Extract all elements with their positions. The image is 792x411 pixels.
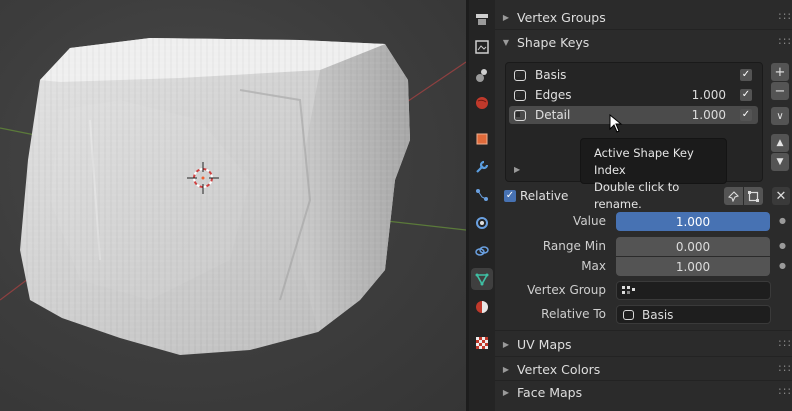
drag-handle-icon[interactable]: ::::	[778, 9, 792, 22]
keyframe-dot-icon[interactable]: ●	[779, 241, 786, 250]
mute-checkbox[interactable]: ✓	[740, 69, 752, 81]
remove-shape-key-button[interactable]: −	[771, 82, 789, 100]
list-item[interactable]: Basis ✓	[509, 66, 758, 84]
expanded-triangle-icon: ▼	[502, 37, 510, 47]
output-icon[interactable]	[471, 64, 493, 86]
vertex-group-icon	[622, 285, 635, 294]
world-icon[interactable]	[471, 92, 493, 114]
3d-viewport[interactable]	[0, 0, 466, 411]
particles-icon[interactable]	[471, 184, 493, 206]
range-min-field[interactable]: 0.000	[616, 237, 770, 256]
constraints-icon[interactable]	[471, 240, 493, 262]
tool-icon[interactable]	[471, 8, 493, 30]
add-shape-key-button[interactable]: +	[771, 63, 789, 81]
relative-to-field[interactable]: Basis	[616, 305, 771, 324]
keyframe-dot-icon[interactable]: ●	[779, 216, 786, 225]
drag-handle-icon[interactable]: ::::	[778, 384, 792, 397]
specials-menu-button[interactable]: ∨	[771, 107, 789, 125]
drag-handle-icon[interactable]: ::::	[778, 361, 792, 374]
pin-icon[interactable]	[724, 187, 743, 205]
panel-face-maps[interactable]: ▶ Face Maps	[495, 380, 792, 404]
panel-vertex-groups[interactable]: ▶ Vertex Groups	[495, 5, 792, 29]
value-slider[interactable]: 1.000	[616, 212, 770, 231]
drag-handle-icon[interactable]: ::::	[778, 336, 792, 349]
collapsed-triangle-icon: ▶	[502, 12, 510, 22]
object-icon[interactable]	[471, 128, 493, 150]
list-item[interactable]: Edges 1.000 ✓	[509, 86, 758, 104]
vertex-group-field[interactable]	[616, 281, 771, 300]
viewport-scene	[0, 38, 466, 355]
shape-key-icon	[623, 309, 634, 320]
mute-checkbox[interactable]: ✓	[740, 109, 752, 121]
shape-key-icon	[514, 89, 526, 101]
collapsed-triangle-icon: ▶	[502, 364, 510, 374]
range-max-field[interactable]: 1.000	[616, 257, 770, 276]
material-icon[interactable]	[471, 296, 493, 318]
shape-key-icon	[514, 109, 526, 121]
list-options-triangle-icon[interactable]: ▶	[514, 165, 520, 174]
move-down-button[interactable]: ▼	[771, 153, 789, 171]
relative-checkbox[interactable]: ✓	[504, 190, 516, 202]
collapsed-triangle-icon: ▶	[502, 339, 510, 349]
drag-handle-icon[interactable]: ::::	[778, 34, 792, 47]
panel-shape-keys[interactable]: ▼ Shape Keys	[495, 30, 792, 54]
mesh-data-icon[interactable]	[471, 268, 493, 290]
mouse-cursor-icon	[609, 114, 623, 133]
shape-key-icon	[514, 69, 526, 81]
collapsed-triangle-icon: ▶	[502, 387, 510, 397]
modifier-icon[interactable]	[471, 156, 493, 178]
tooltip: Active Shape Key Index Double click to r…	[580, 138, 727, 211]
panel-uv-maps[interactable]: ▶ UV Maps	[495, 332, 792, 356]
list-item-selected[interactable]: Detail 1.000 ✓	[509, 106, 758, 124]
texture-icon[interactable]	[471, 332, 493, 354]
render-icon[interactable]	[471, 36, 493, 58]
clear-shape-keys-button[interactable]: ✕	[772, 187, 790, 205]
properties-tabs	[469, 0, 495, 411]
panel-vertex-colors[interactable]: ▶ Vertex Colors	[495, 357, 792, 381]
mute-checkbox[interactable]: ✓	[740, 89, 752, 101]
physics-icon[interactable]	[471, 212, 493, 234]
edit-mode-icon[interactable]	[744, 187, 763, 205]
move-up-button[interactable]: ▲	[771, 134, 789, 152]
keyframe-dot-icon[interactable]: ●	[779, 261, 786, 270]
